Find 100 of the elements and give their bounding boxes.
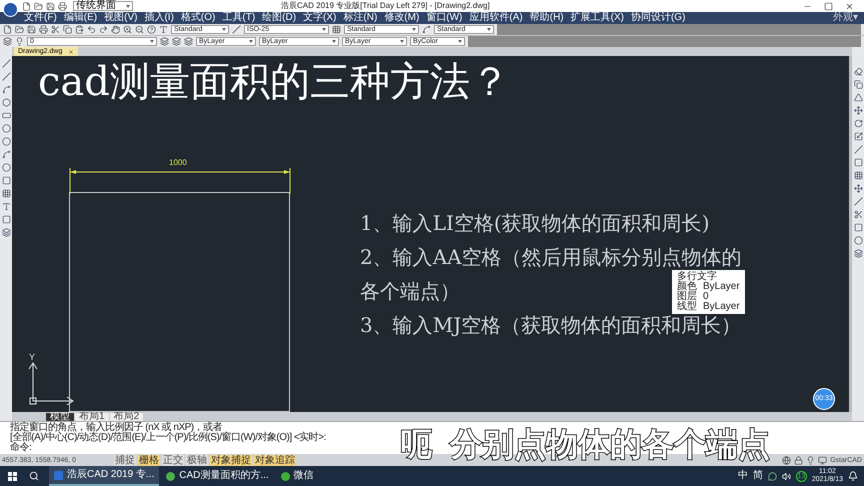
chat-icon[interactable]: [768, 472, 777, 480]
volume-icon[interactable]: [782, 472, 791, 480]
layer-icon[interactable]: [184, 37, 193, 46]
note-text: 各个端点）: [360, 278, 460, 305]
save-icon[interactable]: [27, 25, 36, 34]
polygon-icon[interactable]: [2, 98, 10, 107]
undo-icon[interactable]: [87, 25, 96, 34]
menu-item[interactable]: 应用软件(A): [469, 13, 523, 23]
menu-item[interactable]: 插入(I): [144, 13, 174, 23]
line-icon[interactable]: [2, 72, 10, 81]
status-toggle[interactable]: 捕捉: [114, 454, 136, 466]
tooltip-title: 多行文字: [677, 272, 718, 282]
erase-icon[interactable]: [854, 67, 862, 76]
rectangle-icon[interactable]: [2, 111, 10, 120]
status-toggle[interactable]: 正交: [162, 454, 184, 466]
monitor-icon[interactable]: [818, 456, 828, 464]
note-text: 1、输入LI空格(获取物体的面积和周长): [360, 210, 710, 237]
table-style-icon[interactable]: [332, 25, 341, 34]
status-toggle[interactable]: 对象追踪: [254, 454, 296, 466]
printer-icon[interactable]: [39, 25, 48, 34]
note-text: 3、输入MJ空格（获取物体的面积和周长）: [360, 312, 742, 339]
redo-icon[interactable]: [99, 25, 108, 34]
caret-icon: [150, 40, 154, 43]
menu-item[interactable]: 协同设计(G): [630, 13, 686, 23]
menu-item[interactable]: 扩展工具(X): [570, 13, 624, 23]
menu-item[interactable]: 窗口(W): [426, 13, 462, 23]
menu-item[interactable]: 帮助(H): [530, 13, 564, 23]
text-style-icon[interactable]: [159, 25, 168, 34]
paste-icon[interactable]: [75, 25, 84, 34]
caret-icon: [332, 40, 336, 43]
drawing-heading: cad测量面积的三种方法？: [38, 62, 510, 102]
menu-item[interactable]: 格式(O): [180, 13, 216, 23]
tooltip-label: 颜色: [677, 282, 697, 292]
break-icon[interactable]: [854, 210, 862, 219]
layer-icon[interactable]: [160, 37, 169, 46]
menu-item[interactable]: 视图(V): [104, 13, 138, 23]
scissors-icon[interactable]: [51, 25, 60, 34]
tooltip-label: 图层: [677, 292, 697, 302]
polyline-icon[interactable]: [2, 85, 10, 94]
save-icon[interactable]: [46, 2, 55, 10]
close-icon[interactable]: [845, 2, 854, 10]
line-icon[interactable]: [2, 59, 10, 68]
tray-label[interactable]: 中: [738, 471, 748, 481]
maximize-icon[interactable]: [824, 2, 833, 10]
move-icon[interactable]: [854, 106, 862, 115]
caret-icon: [400, 40, 404, 43]
lock-icon[interactable]: [794, 456, 804, 464]
status-toggle[interactable]: 对象捕捉: [210, 454, 252, 466]
copy-icon[interactable]: [854, 80, 862, 89]
menu-item[interactable]: 标注(N): [343, 13, 378, 23]
caret-icon: [222, 28, 226, 31]
circle-icon[interactable]: [2, 137, 10, 146]
status-toggle[interactable]: 栅格: [138, 454, 160, 466]
spline-icon[interactable]: [2, 150, 10, 159]
taskbar-item[interactable]: CAD测量面积的方...: [161, 466, 274, 486]
close-icon[interactable]: [68, 48, 74, 54]
hand-icon[interactable]: [111, 25, 120, 34]
tooltip-value: ByLayer: [703, 302, 740, 312]
menu-item[interactable]: 编辑(E): [64, 13, 98, 23]
search-icon[interactable]: [29, 471, 39, 481]
layer-icon[interactable]: [172, 37, 181, 46]
folder-icon[interactable]: [34, 2, 43, 10]
taskbar-item[interactable]: 微信: [276, 466, 319, 486]
caret-icon: [322, 28, 326, 31]
new-file-icon[interactable]: [22, 2, 31, 10]
window-title: 浩辰CAD 2019 专业版[Trial Day Left 279] - [Drawing2.dwg]: [281, 2, 490, 10]
status-toggle[interactable]: 极轴: [186, 454, 208, 466]
scale-icon[interactable]: [854, 132, 862, 141]
tray-label[interactable]: 简: [752, 471, 763, 481]
globe-icon[interactable]: [782, 456, 792, 464]
taskbar-item[interactable]: 浩辰CAD 2019 专...: [49, 466, 160, 486]
axis-label: Y: [29, 353, 36, 362]
text-icon[interactable]: [2, 202, 10, 211]
lightbulb-icon[interactable]: [806, 456, 816, 464]
layers-icon[interactable]: [3, 37, 12, 46]
caret-icon: [487, 28, 491, 31]
video-subtitle: 呃 分别点物体的各个端点: [400, 428, 770, 460]
appearance-menu[interactable]: 外观▾: [833, 13, 858, 23]
tooltip-value: 0: [703, 292, 709, 302]
rotate-icon[interactable]: [854, 119, 862, 128]
array-icon[interactable]: [854, 171, 862, 180]
menu-item[interactable]: 工具(T): [222, 13, 256, 23]
tooltip-label: 线型: [677, 302, 697, 312]
zoom-out-icon[interactable]: [135, 25, 144, 34]
menu-item[interactable]: 修改(M): [384, 13, 420, 23]
menu-item[interactable]: 绘图(D): [262, 13, 296, 23]
command-line: 命令:: [10, 443, 32, 453]
dimension-text: 1000: [169, 159, 187, 167]
notification-icon[interactable]: [848, 471, 858, 481]
menu-item[interactable]: 文件(F): [24, 13, 57, 23]
new-file-icon[interactable]: [3, 25, 12, 34]
copy-icon[interactable]: [63, 25, 72, 34]
printer-icon[interactable]: [58, 2, 67, 10]
zoom-in-icon[interactable]: [123, 25, 132, 34]
app-icon: [166, 472, 176, 480]
hatch-icon[interactable]: [2, 189, 10, 198]
windows-start-icon[interactable]: [8, 472, 17, 480]
help-icon[interactable]: [147, 25, 156, 34]
folder-icon[interactable]: [15, 25, 24, 34]
menu-item[interactable]: 文字(X): [303, 13, 336, 23]
